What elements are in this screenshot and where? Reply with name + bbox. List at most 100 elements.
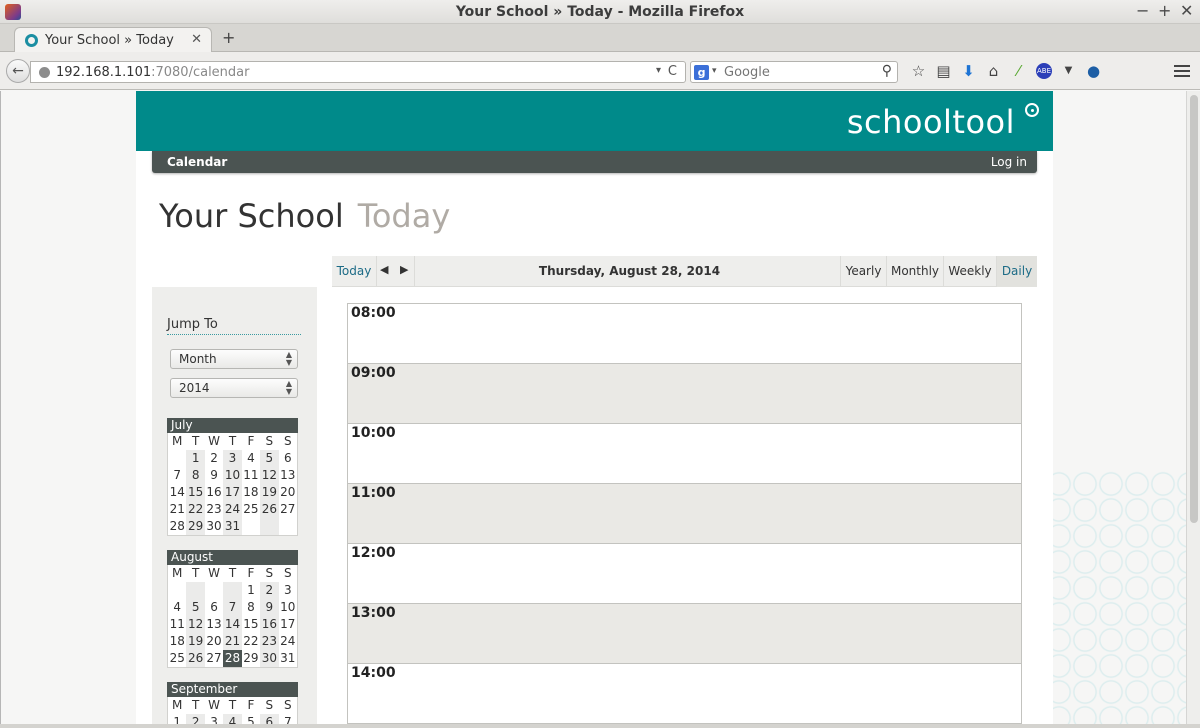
- search-bar[interactable]: g ▾ ⚲: [690, 61, 898, 83]
- calendar-day[interactable]: 19: [260, 484, 279, 501]
- calendar-day[interactable]: 19: [186, 633, 205, 650]
- minimize-icon[interactable]: −: [1136, 2, 1149, 20]
- home-icon[interactable]: ⌂: [981, 62, 1006, 80]
- calendar-day[interactable]: 9: [260, 599, 279, 616]
- next-day-icon[interactable]: ▶: [400, 263, 408, 276]
- hour-slot[interactable]: 13:00: [348, 604, 1021, 664]
- calendar-day[interactable]: 23: [260, 633, 279, 650]
- calendar-day[interactable]: 30: [260, 650, 279, 667]
- calendar-day[interactable]: 27: [279, 501, 297, 518]
- calendar-day[interactable]: 2: [205, 450, 223, 467]
- dropdown-icon[interactable]: ▼: [1056, 62, 1081, 80]
- calendar-day[interactable]: 15: [242, 616, 260, 633]
- calendar-day[interactable]: 24: [279, 633, 297, 650]
- search-input[interactable]: [724, 64, 874, 80]
- calendar-day[interactable]: 7: [168, 467, 186, 484]
- abe-icon[interactable]: ABE: [1036, 63, 1052, 79]
- calendar-day[interactable]: 2: [260, 582, 279, 599]
- calendar-day[interactable]: 1: [242, 582, 260, 599]
- calendar-day[interactable]: 3: [223, 450, 242, 467]
- calendar-day[interactable]: 9: [205, 467, 223, 484]
- calendar-day[interactable]: 11: [242, 467, 260, 484]
- calendar-day[interactable]: 26: [260, 501, 279, 518]
- maximize-icon[interactable]: +: [1158, 2, 1171, 20]
- url-bar[interactable]: 192.168.1.101:7080/calendar ▾ C: [30, 61, 686, 83]
- calendar-day[interactable]: 10: [279, 599, 297, 616]
- schooltool-logo[interactable]: schooltool: [847, 103, 1015, 141]
- calendar-day[interactable]: 29: [186, 518, 205, 535]
- calendar-day[interactable]: 3: [279, 582, 297, 599]
- hour-slot[interactable]: 10:00: [348, 424, 1021, 484]
- leaf-icon[interactable]: ⁄: [1006, 62, 1031, 80]
- calendar-day[interactable]: 30: [205, 518, 223, 535]
- hour-slot[interactable]: 14:00: [348, 664, 1021, 724]
- calendar-day[interactable]: 10: [223, 467, 242, 484]
- reload-icon[interactable]: C: [668, 64, 677, 79]
- calendar-day[interactable]: 11: [168, 616, 186, 633]
- hour-slot[interactable]: 09:00: [348, 364, 1021, 424]
- hour-slot[interactable]: 12:00: [348, 544, 1021, 604]
- calendar-day[interactable]: 5: [186, 599, 205, 616]
- calendar-day[interactable]: 7: [223, 599, 242, 616]
- calendar-day[interactable]: 27: [205, 650, 223, 667]
- calendar-day[interactable]: 5: [260, 450, 279, 467]
- back-button[interactable]: ←: [6, 59, 30, 83]
- calendar-day[interactable]: 21: [168, 501, 186, 518]
- calendar-day[interactable]: 13: [205, 616, 223, 633]
- download-icon[interactable]: ⬇: [956, 62, 981, 80]
- new-tab-icon[interactable]: +: [222, 28, 235, 47]
- calendar-day[interactable]: 31: [279, 650, 297, 667]
- search-engine-dropdown-icon[interactable]: ▾: [712, 66, 717, 76]
- view-daily[interactable]: Daily: [996, 256, 1037, 287]
- calendar-day[interactable]: 28: [168, 518, 186, 535]
- calendar-day[interactable]: 22: [186, 501, 205, 518]
- calendar-day[interactable]: 8: [242, 599, 260, 616]
- calendar-day[interactable]: 29: [242, 650, 260, 667]
- calendar-day[interactable]: 12: [186, 616, 205, 633]
- calendar-day[interactable]: 26: [186, 650, 205, 667]
- view-monthly[interactable]: Monthly: [886, 256, 943, 287]
- url-text[interactable]: 192.168.1.101:7080/calendar: [56, 65, 249, 80]
- site-identity-icon[interactable]: [39, 67, 50, 78]
- calendar-day[interactable]: 16: [205, 484, 223, 501]
- calendar-day[interactable]: 18: [168, 633, 186, 650]
- calendar-day[interactable]: 20: [279, 484, 297, 501]
- today-button[interactable]: Today: [332, 256, 377, 287]
- year-select[interactable]: 2014 ▲ ▼: [170, 378, 298, 398]
- google-search-engine-icon[interactable]: g: [694, 65, 709, 80]
- search-icon[interactable]: ⚲: [882, 63, 892, 79]
- hour-slot[interactable]: 08:00: [348, 304, 1021, 364]
- bookmark-star-icon[interactable]: ☆: [906, 62, 931, 80]
- view-weekly[interactable]: Weekly: [943, 256, 996, 287]
- scrollbar-thumb[interactable]: [1190, 95, 1198, 523]
- login-link[interactable]: Log in: [991, 155, 1027, 169]
- page-scrollbar[interactable]: [1186, 91, 1200, 728]
- calendar-day[interactable]: 22: [242, 633, 260, 650]
- calendar-day[interactable]: 25: [168, 650, 186, 667]
- calendar-day[interactable]: 17: [279, 616, 297, 633]
- url-history-dropdown-icon[interactable]: ▾: [656, 65, 661, 76]
- addon-orb-icon[interactable]: ●: [1081, 62, 1106, 80]
- calendar-day[interactable]: 1: [186, 450, 205, 467]
- calendar-day[interactable]: 25: [242, 501, 260, 518]
- reading-list-icon[interactable]: ▤: [931, 62, 956, 80]
- calendar-day[interactable]: 6: [279, 450, 297, 467]
- calendar-day[interactable]: 14: [223, 616, 242, 633]
- calendar-day[interactable]: 16: [260, 616, 279, 633]
- calendar-day[interactable]: 4: [168, 599, 186, 616]
- calendar-day[interactable]: 14: [168, 484, 186, 501]
- nav-calendar-link[interactable]: Calendar: [167, 155, 227, 169]
- calendar-day[interactable]: 18: [242, 484, 260, 501]
- calendar-day[interactable]: 24: [223, 501, 242, 518]
- view-yearly[interactable]: Yearly: [840, 256, 886, 287]
- calendar-day[interactable]: 17: [223, 484, 242, 501]
- calendar-day[interactable]: 15: [186, 484, 205, 501]
- hamburger-menu-icon[interactable]: [1174, 62, 1190, 78]
- browser-tab[interactable]: Your School » Today ✕: [14, 27, 212, 53]
- calendar-day[interactable]: 4: [242, 450, 260, 467]
- calendar-day[interactable]: 28: [223, 650, 242, 667]
- hour-slot[interactable]: 11:00: [348, 484, 1021, 544]
- calendar-day[interactable]: 31: [223, 518, 242, 535]
- calendar-day[interactable]: 12: [260, 467, 279, 484]
- tab-close-icon[interactable]: ✕: [191, 32, 202, 47]
